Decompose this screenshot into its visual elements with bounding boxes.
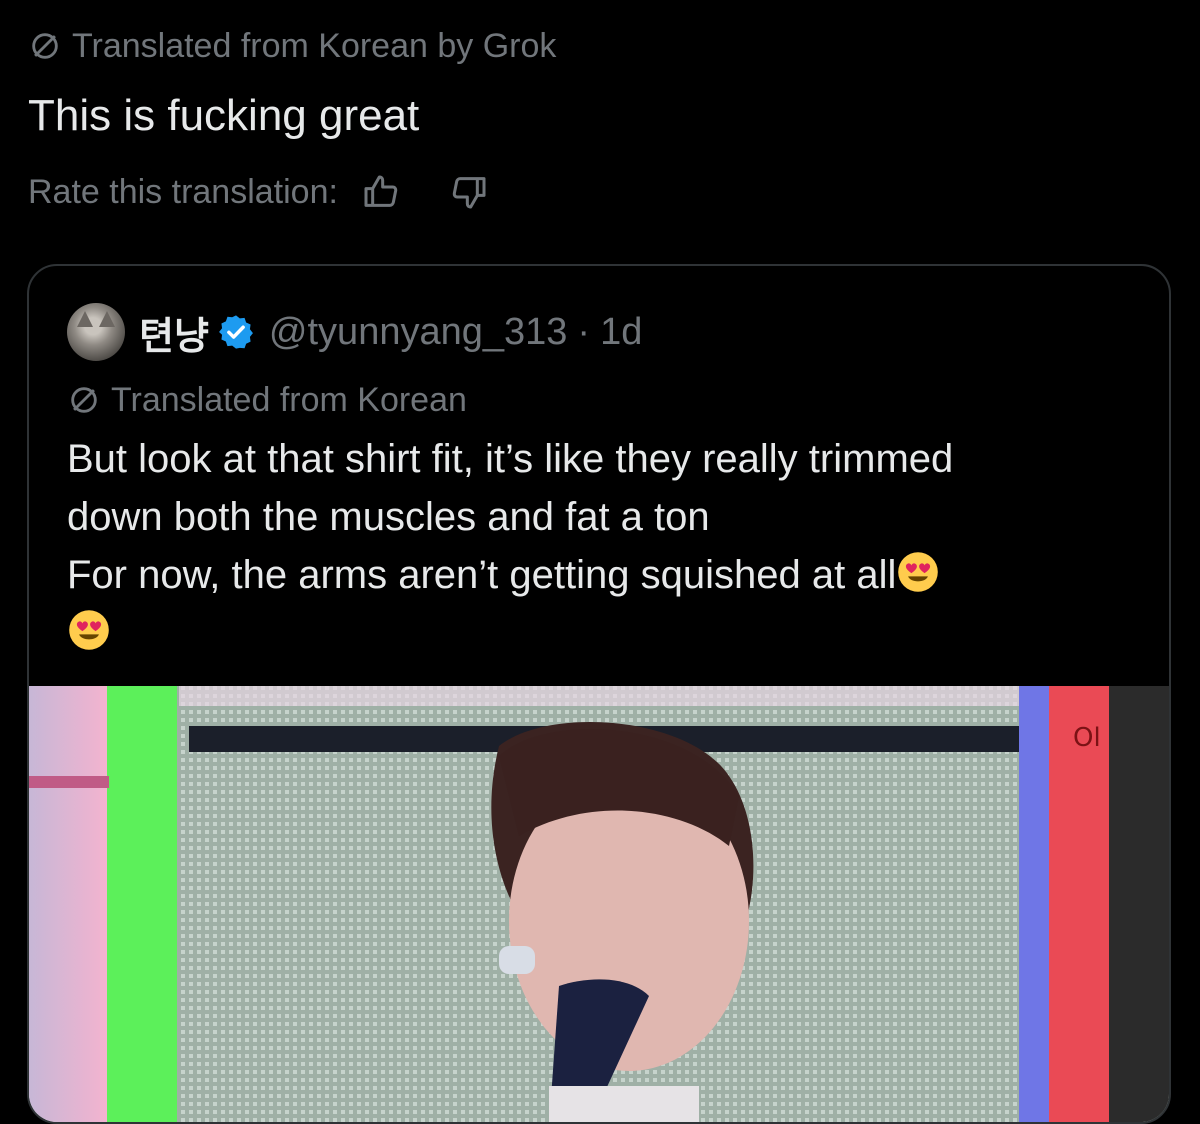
quoted-line: down both the muscles and fat a ton <box>67 495 710 539</box>
verified-badge-icon <box>218 315 253 349</box>
quoted-translated-label: Translated from Korean <box>67 378 467 422</box>
avatar[interactable] <box>67 303 125 361</box>
quoted-post-card[interactable]: 텬냥 @tyunnyang_313 · 1d Translated from K… <box>27 264 1171 1124</box>
quoted-handle[interactable]: @tyunnyang_313 <box>269 311 567 354</box>
translated-post-text: This is fucking great <box>28 91 420 140</box>
heart-eyes-emoji-icon <box>69 610 109 650</box>
translation-section: Translated from Korean by Grok This is f… <box>28 22 1168 216</box>
thumbs-up-button[interactable] <box>360 171 402 213</box>
dot-separator: · <box>577 310 591 353</box>
quoted-line: But look at that shirt fit, it’s like th… <box>67 437 954 481</box>
quoted-post-header: 텬냥 @tyunnyang_313 · 1d <box>67 302 642 362</box>
translated-by-grok-text: Translated from Korean by Grok <box>72 27 557 65</box>
heart-eyes-emoji-icon <box>898 552 939 592</box>
stage-sign-text: Ol <box>1073 723 1101 753</box>
thumbs-down-button[interactable] <box>448 171 490 213</box>
rate-translation-label: Rate this translation: <box>28 173 338 211</box>
post-media-image[interactable]: Ol <box>29 686 1169 1122</box>
quoted-display-name[interactable]: 텬냥 <box>139 305 209 360</box>
translated-by-grok-label: Translated from Korean by Grok <box>28 22 1168 70</box>
quoted-translated-text: Translated from Korean <box>111 381 467 419</box>
post-timestamp[interactable]: 1d <box>600 311 642 354</box>
thumbs-up-icon <box>364 175 398 207</box>
quoted-line <box>67 604 1127 662</box>
no-symbol-icon <box>32 33 58 59</box>
no-symbol-icon <box>71 387 97 413</box>
quoted-post-body: But look at that shirt fit, it’s like th… <box>67 430 1127 662</box>
concert-photo: Ol <box>29 686 1169 1122</box>
quoted-line: For now, the arms aren’t getting squishe… <box>67 546 1127 604</box>
thumbs-down-icon <box>452 177 486 209</box>
quoted-line-text: For now, the arms aren’t getting squishe… <box>67 553 897 597</box>
rate-translation-row: Rate this translation: <box>28 168 1168 216</box>
